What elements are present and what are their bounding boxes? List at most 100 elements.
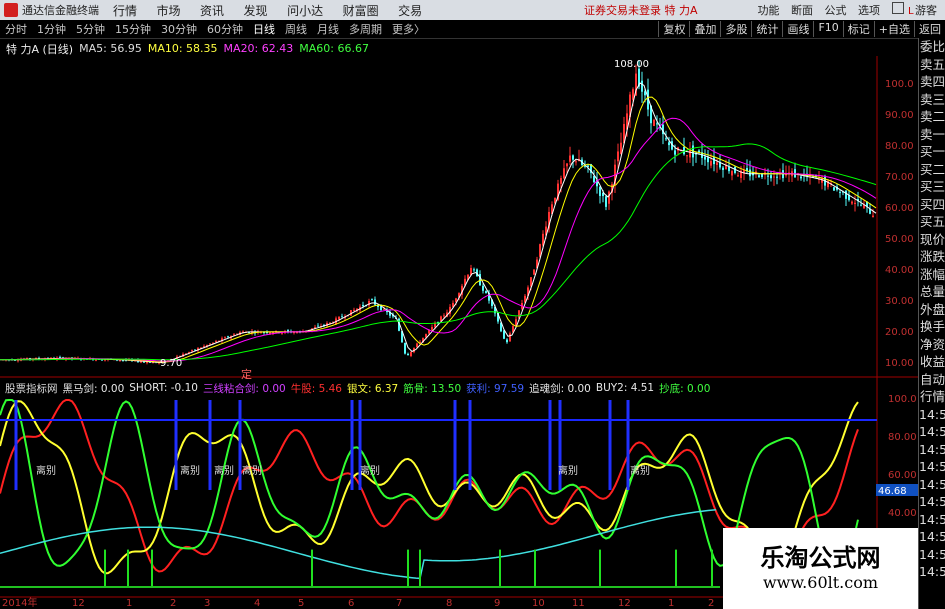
candle-body: [860, 204, 862, 206]
candle-body: [485, 291, 487, 293]
date-tick: 12: [618, 598, 631, 609]
candle-body: [599, 186, 601, 196]
candle-body: [560, 178, 562, 184]
indicator-name[interactable]: 股票指标网: [5, 381, 58, 396]
candle-body: [416, 343, 418, 348]
candle-body: [572, 155, 574, 160]
candle-body: [656, 123, 658, 125]
ind-item: BUY2: 4.51: [595, 382, 655, 394]
candle-body: [833, 187, 835, 191]
date-axis: 2014年 12 1 2 3 4 5 6 7 8 9 10 11 12 1 2: [2, 596, 714, 609]
signal-label: 离别: [360, 464, 380, 477]
sidebar-item[interactable]: 买四: [919, 196, 945, 214]
sidebar-item[interactable]: 14:50: [919, 493, 945, 511]
watermark-text: 乐淘公式网: [760, 544, 881, 572]
sidebar-item[interactable]: 收益: [919, 353, 945, 371]
sidebar-item[interactable]: 卖一: [919, 126, 945, 144]
candle-body: [371, 299, 373, 301]
price-tick: 40.00: [885, 265, 914, 276]
candle-body: [215, 341, 217, 343]
sidebar-item[interactable]: 14:50: [919, 476, 945, 494]
candle-body: [665, 138, 667, 140]
candle-body: [668, 142, 670, 146]
ind-item: 抄底: 0.00: [659, 382, 711, 395]
ind-tick: 60.00: [888, 470, 917, 481]
kline-chart[interactable]: 100.0 90.00 80.00 70.00 60.00 50.00 40.0…: [0, 0, 945, 609]
ind-tick: 80.00: [888, 432, 917, 443]
candle-body: [563, 168, 565, 179]
candle-body: [854, 202, 856, 205]
sidebar-item[interactable]: 14:50: [919, 563, 945, 581]
sidebar-item[interactable]: 现价: [919, 231, 945, 249]
sidebar-item[interactable]: 外盘: [919, 301, 945, 319]
candle-body: [431, 327, 433, 330]
sidebar-item[interactable]: 行情: [919, 388, 945, 406]
sidebar-item[interactable]: 卖三: [919, 91, 945, 109]
signal-label: 离别: [630, 464, 650, 477]
price-axis: 100.0 90.00 80.00 70.00 60.00 50.00 40.0…: [885, 6, 914, 369]
sidebar-item[interactable]: 买一: [919, 143, 945, 161]
watermark: 乐淘公式网 www.60lt.com: [723, 528, 918, 609]
candle-body: [140, 361, 142, 363]
date-tick: 2014年: [2, 596, 37, 609]
sidebar-item[interactable]: 14:50: [919, 528, 945, 546]
date-tick: 1: [126, 598, 132, 609]
candle-body: [17, 360, 19, 362]
price-tick: 90.00: [885, 110, 914, 121]
date-tick: 9: [494, 598, 500, 609]
sidebar-item[interactable]: 买五: [919, 213, 945, 231]
signal-label: 离别: [180, 464, 200, 477]
sidebar-item[interactable]: 委比: [919, 38, 945, 56]
sidebar-item[interactable]: 卖二: [919, 108, 945, 126]
ind-item: 三线粘合剑: 0.00: [202, 382, 286, 395]
sidebar-item[interactable]: 换手: [919, 318, 945, 336]
sidebar-item[interactable]: 涨跌: [919, 248, 945, 266]
candle-body: [608, 191, 610, 204]
signal-label: 离别: [242, 464, 262, 477]
candle-body: [704, 156, 706, 160]
sidebar-item[interactable]: 14:50: [919, 441, 945, 459]
candle-body: [641, 80, 643, 92]
candle-body: [338, 316, 340, 320]
candle-body: [689, 149, 691, 158]
ma5-line: [0, 82, 877, 364]
candle-body: [569, 155, 571, 162]
top-mark: 定: [241, 367, 252, 381]
date-tick: 5: [298, 598, 304, 609]
candle-body: [341, 316, 343, 318]
candle-body: [872, 215, 874, 218]
candle-body: [761, 173, 763, 178]
sidebar-item[interactable]: 总量: [919, 283, 945, 301]
candle-body: [731, 171, 733, 176]
candle-body: [506, 339, 508, 343]
candle-body: [533, 269, 535, 275]
candle-body: [710, 160, 712, 166]
sidebar-item[interactable]: 14:50: [919, 423, 945, 441]
candle-body: [794, 169, 796, 178]
candle-body: [767, 175, 769, 177]
sidebar-item[interactable]: 买三: [919, 178, 945, 196]
high-price-label: 108.00: [614, 59, 649, 70]
price-tick: 30.00: [885, 296, 914, 307]
sidebar-item[interactable]: 14:50: [919, 458, 945, 476]
ind-item: 黑马剑: 0.00: [62, 382, 125, 395]
sidebar-item[interactable]: 买二: [919, 161, 945, 179]
low-price-label: 9.70: [160, 358, 182, 369]
sidebar-item[interactable]: 自动: [919, 371, 945, 389]
candle-body: [845, 190, 847, 199]
sidebar-item[interactable]: 卖五: [919, 56, 945, 74]
price-tick: 80.00: [885, 141, 914, 152]
ind-item: 牛股: 5.46: [290, 382, 342, 395]
sidebar-item[interactable]: 14:50: [919, 546, 945, 564]
sidebar-item[interactable]: 14:50: [919, 511, 945, 529]
sidebar-item[interactable]: 卖四: [919, 73, 945, 91]
candle-body: [758, 175, 760, 178]
candle-body: [800, 176, 802, 179]
ind-item: 获利: 97.59: [466, 382, 525, 395]
candle-body: [728, 166, 730, 172]
sidebar-item[interactable]: 涨幅: [919, 266, 945, 284]
sidebar-item[interactable]: 净资: [919, 336, 945, 354]
ma-lines: [0, 82, 877, 364]
sidebar-item[interactable]: 14:50: [919, 406, 945, 424]
price-tick: 70.00: [885, 172, 914, 183]
